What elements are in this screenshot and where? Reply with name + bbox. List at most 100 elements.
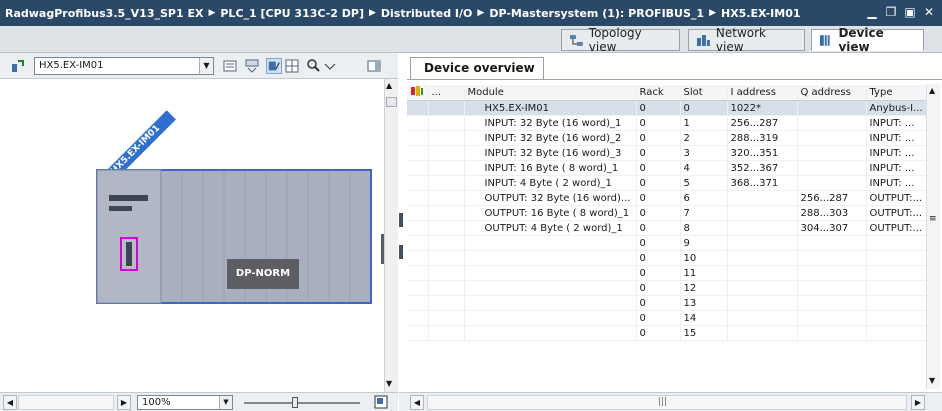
cell-slot[interactable]: 6	[680, 190, 728, 206]
cell-module[interactable]: INPUT: 32 Byte (16 word)_3	[464, 145, 637, 161]
cell-status[interactable]	[407, 310, 429, 326]
cell-q-address[interactable]	[797, 175, 867, 191]
cell-q-address[interactable]	[797, 235, 867, 251]
table-row[interactable]: OUTPUT: 4 Byte ( 2 word)_1 0 8 304...307 OUT…	[407, 220, 927, 236]
cell-more[interactable]	[428, 235, 465, 251]
col-header-slot[interactable]: Slot	[680, 85, 728, 101]
cell-i-address[interactable]	[727, 295, 798, 311]
table-row[interactable]: 0 13	[407, 295, 927, 311]
table-row[interactable]: INPUT: 32 Byte (16 word)_1 0 1 256...287 INP…	[407, 115, 927, 131]
cell-slot[interactable]: 10	[680, 250, 728, 266]
cell-module[interactable]	[464, 295, 637, 311]
cell-more[interactable]	[428, 115, 465, 131]
cell-q-address[interactable]	[797, 280, 867, 296]
scroll-right-icon[interactable]: ▶	[911, 395, 925, 410]
cell-i-address[interactable]: 1022*	[727, 100, 798, 116]
cell-rack[interactable]: 0	[636, 160, 681, 176]
cell-q-address[interactable]: 304...307	[797, 220, 867, 236]
scroll-down-icon[interactable]: ▼	[929, 376, 935, 385]
cell-more[interactable]	[428, 100, 465, 116]
tab-device-overview[interactable]: Device overview	[410, 57, 544, 79]
cell-status[interactable]	[407, 220, 429, 236]
cell-more[interactable]	[428, 280, 465, 296]
cell-rack[interactable]: 0	[636, 325, 681, 341]
scroll-down-icon[interactable]: ▼	[386, 379, 392, 388]
cell-module[interactable]	[464, 235, 637, 251]
cell-more[interactable]	[428, 310, 465, 326]
close-icon[interactable]: ✕	[922, 4, 936, 20]
table-horizontal-scrollbar[interactable]: |||	[427, 395, 907, 410]
cell-slot[interactable]: 11	[680, 265, 728, 281]
cell-i-address[interactable]	[727, 190, 798, 206]
cell-more[interactable]	[428, 190, 465, 206]
breadcrumb-distributed-io[interactable]: Distributed I/O	[381, 7, 473, 20]
cell-slot[interactable]: 12	[680, 280, 728, 296]
pane-splitter-grip[interactable]	[399, 213, 403, 227]
cell-status[interactable]	[407, 145, 429, 161]
cell-status[interactable]	[407, 235, 429, 251]
cell-type[interactable]: OUTPUT:...	[866, 220, 927, 236]
cell-type[interactable]	[866, 250, 927, 266]
cell-status[interactable]	[407, 205, 429, 221]
table-row[interactable]: INPUT: 4 Byte ( 2 word)_1 0 5 368...371 INPU…	[407, 175, 927, 191]
scroll-thumb-icon[interactable]	[386, 97, 397, 107]
table-row[interactable]: OUTPUT: 16 Byte ( 8 word)_1 0 7 288...303 OU…	[407, 205, 927, 221]
cell-type[interactable]	[866, 235, 927, 251]
cell-module[interactable]: OUTPUT: 32 Byte (16 word)...	[464, 190, 637, 206]
cell-more[interactable]	[428, 295, 465, 311]
col-header-icon[interactable]	[407, 85, 429, 101]
cell-slot[interactable]: 0	[680, 100, 728, 116]
table-row[interactable]: 0 11	[407, 265, 927, 281]
cell-i-address[interactable]	[727, 235, 798, 251]
cell-i-address[interactable]	[727, 220, 798, 236]
zoom-icon[interactable]	[306, 58, 322, 74]
chevron-down-icon[interactable]: ▼	[199, 58, 213, 74]
cell-type[interactable]	[866, 280, 927, 296]
zoom-dropdown-icon[interactable]	[322, 58, 338, 74]
pane-splitter-grip[interactable]	[399, 245, 403, 259]
cell-slot[interactable]: 15	[680, 325, 728, 341]
cell-module[interactable]	[464, 265, 637, 281]
scroll-left-icon[interactable]: ◀	[3, 395, 17, 410]
cell-type[interactable]: INPUT: ...	[866, 160, 927, 176]
cell-i-address[interactable]: 352...367	[727, 160, 798, 176]
cell-slot[interactable]: 2	[680, 130, 728, 146]
scroll-thumb-icon[interactable]: |||	[658, 397, 667, 407]
cell-i-address[interactable]	[727, 280, 798, 296]
breadcrumb-device[interactable]: HX5.EX-IM01	[721, 7, 801, 20]
cell-status[interactable]	[407, 130, 429, 146]
col-header-q-address[interactable]: Q address	[797, 85, 867, 101]
table-vertical-scrollbar[interactable]: ▲ ≡ ▼	[926, 84, 940, 389]
cell-i-address[interactable]: 256...287	[727, 115, 798, 131]
cell-i-address[interactable]	[727, 250, 798, 266]
scroll-right-icon[interactable]: ▶	[117, 395, 131, 410]
breadcrumb-plc[interactable]: PLC_1 [CPU 313C-2 DP]	[220, 7, 364, 20]
cell-module[interactable]: INPUT: 32 Byte (16 word)_2	[464, 130, 637, 146]
horizontal-scrollbar[interactable]	[18, 395, 114, 410]
table-row[interactable]: 0 15	[407, 325, 927, 341]
cell-more[interactable]	[428, 250, 465, 266]
col-header-type[interactable]: Type	[866, 85, 927, 101]
device-canvas[interactable]: HX5.EX-IM01 DP-NORM	[0, 79, 384, 392]
cell-type[interactable]	[866, 325, 927, 341]
cell-type[interactable]: Anybus-I...	[866, 100, 927, 116]
cell-status[interactable]	[407, 295, 429, 311]
zoom-slider-thumb[interactable]	[292, 397, 298, 408]
cell-type[interactable]: OUTPUT:...	[866, 205, 927, 221]
table-row[interactable]: 0 12	[407, 280, 927, 296]
cell-slot[interactable]: 13	[680, 295, 728, 311]
col-header-module[interactable]: Module	[464, 85, 637, 101]
canvas-vertical-scrollbar[interactable]: ▲ ▼	[384, 79, 398, 392]
scroll-left-icon[interactable]: ◀	[410, 395, 424, 410]
cell-q-address[interactable]	[797, 115, 867, 131]
table-row[interactable]: INPUT: 32 Byte (16 word)_2 0 2 288...319 INP…	[407, 130, 927, 146]
assign-address-icon[interactable]	[244, 58, 260, 74]
col-header-rack[interactable]: Rack	[636, 85, 681, 101]
cell-rack[interactable]: 0	[636, 250, 681, 266]
cell-rack[interactable]: 0	[636, 145, 681, 161]
cell-q-address[interactable]	[797, 250, 867, 266]
cell-module[interactable]	[464, 280, 637, 296]
cell-i-address[interactable]	[727, 205, 798, 221]
cell-status[interactable]	[407, 280, 429, 296]
cell-type[interactable]: INPUT: ...	[866, 145, 927, 161]
